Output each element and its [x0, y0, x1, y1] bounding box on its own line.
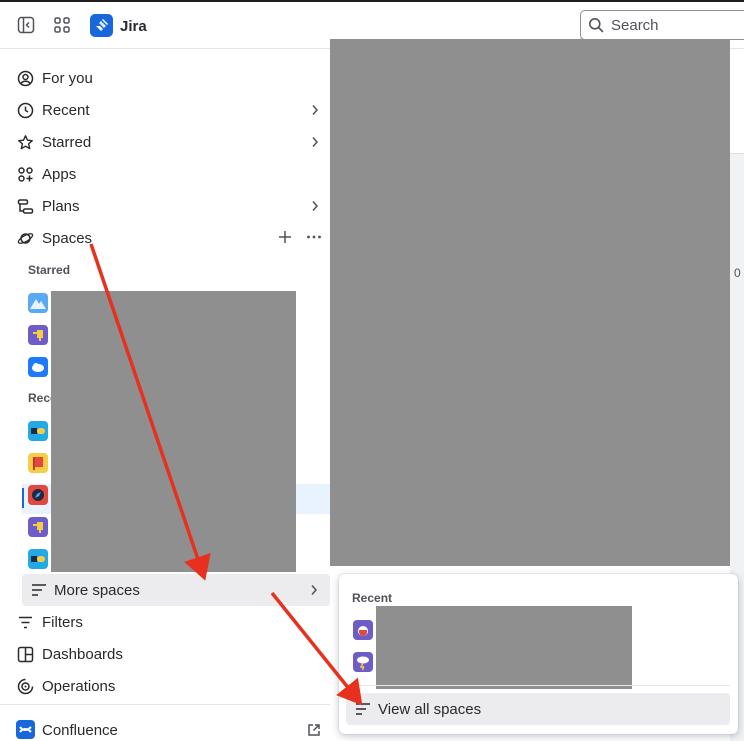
sidebar-item-plans[interactable]: Plans: [0, 190, 330, 222]
sidebar-item-dashboards[interactable]: Dashboards: [0, 638, 330, 670]
recent-section-label: Recent: [352, 591, 393, 605]
sidebar-item-label: Apps: [42, 166, 77, 183]
search-icon: [588, 17, 604, 36]
apps-icon: [16, 165, 34, 183]
add-space-icon[interactable]: [278, 230, 292, 247]
space-storm-icon[interactable]: [353, 652, 373, 672]
star-icon: [16, 133, 34, 151]
space-toggle-icon[interactable]: [28, 421, 48, 441]
sidebar: For you Recent Starred Apps Plans Spaces…: [0, 50, 330, 741]
planet-icon: [16, 229, 34, 247]
sidebar-item-apps[interactable]: Apps: [0, 158, 330, 190]
space-toggle-icon[interactable]: [28, 549, 48, 569]
sidebar-toggle-icon[interactable]: [15, 14, 37, 36]
view-all-spaces-label: View all spaces: [378, 701, 482, 718]
sidebar-item-recent[interactable]: Recent: [0, 94, 330, 126]
app-name[interactable]: Jira: [120, 18, 147, 35]
sidebar-item-filters[interactable]: Filters: [0, 606, 330, 638]
plans-icon: [16, 197, 34, 215]
jira-logo-icon[interactable]: [90, 14, 113, 37]
redacted-space-names: [51, 291, 296, 572]
dashboard-icon: [16, 645, 34, 663]
external-link-icon[interactable]: [307, 723, 321, 740]
space-flag-icon[interactable]: [28, 517, 48, 537]
clipped-value: 0: [734, 266, 741, 280]
person-circle-icon: [16, 69, 34, 87]
menu-lines-icon: [355, 702, 371, 719]
sidebar-divider: [0, 704, 330, 705]
sidebar-item-label: Starred: [42, 134, 92, 151]
filter-icon: [16, 613, 34, 631]
space-cloud-icon[interactable]: [28, 357, 48, 377]
sidebar-item-operations[interactable]: Operations: [0, 670, 330, 702]
redacted-main-content: [330, 39, 730, 566]
sidebar-item-spaces[interactable]: Spaces: [0, 222, 330, 254]
view-all-spaces-button[interactable]: View all spaces: [346, 693, 730, 725]
space-red-flag-icon[interactable]: [28, 453, 48, 473]
more-spaces-flyout: Recent View all spaces: [339, 574, 738, 734]
selection-indicator: [22, 488, 24, 508]
redacted-recent-spaces: [376, 606, 632, 689]
clock-icon: [16, 101, 34, 119]
sidebar-item-label: Confluence: [42, 722, 118, 739]
space-compass-icon[interactable]: [28, 485, 48, 505]
space-flag-icon[interactable]: [28, 325, 48, 345]
more-spaces-label: More spaces: [54, 582, 140, 599]
sidebar-item-label: Plans: [42, 198, 80, 215]
sidebar-item-label: Filters: [42, 614, 83, 631]
search-input[interactable]: [611, 16, 741, 34]
space-mountain-icon[interactable]: [28, 293, 48, 313]
sidebar-item-for-you[interactable]: For you: [0, 62, 330, 94]
starred-section-label: Starred: [28, 263, 71, 277]
chevron-right-icon[interactable]: [308, 102, 322, 118]
popup-divider: [347, 685, 730, 686]
sidebar-item-label: Recent: [42, 102, 90, 119]
sidebar-item-label: Operations: [42, 678, 116, 695]
sidebar-item-label: For you: [42, 70, 93, 87]
more-spaces-button[interactable]: More spaces: [22, 574, 330, 606]
chevron-right-icon[interactable]: [308, 134, 322, 150]
sidebar-item-confluence[interactable]: Confluence: [0, 714, 330, 741]
sidebar-item-label: Spaces: [42, 230, 93, 247]
confluence-logo-icon: [16, 720, 35, 739]
operations-icon: [16, 677, 34, 695]
menu-lines-icon: [31, 583, 47, 600]
space-egg-icon[interactable]: [353, 620, 373, 640]
sidebar-item-label: Dashboards: [42, 646, 123, 663]
app-switcher-icon[interactable]: [51, 14, 73, 36]
sidebar-item-starred[interactable]: Starred: [0, 126, 330, 158]
more-options-icon[interactable]: [306, 230, 322, 247]
chevron-right-icon[interactable]: [308, 198, 322, 214]
chevron-right-icon: [310, 583, 318, 599]
search-field[interactable]: [580, 10, 744, 40]
